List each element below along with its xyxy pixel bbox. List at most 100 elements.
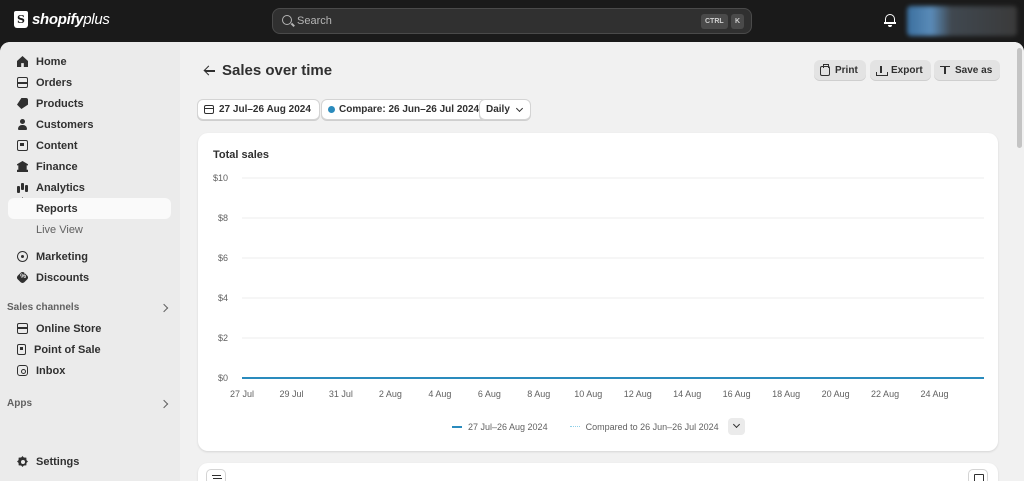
y-tick-label: $4 (218, 293, 228, 303)
section-label: Apps (7, 398, 32, 409)
sidebar-item-label: Settings (36, 455, 80, 468)
page-title: Sales over time (222, 62, 333, 79)
shopify-bag-icon (14, 11, 28, 28)
pos-icon (17, 344, 26, 355)
compare-label: Compare: 26 Jun–26 Jul 2024 (339, 104, 480, 115)
sidebar-item-label: Home (36, 55, 67, 68)
sidebar-item-settings[interactable]: Settings (8, 451, 171, 472)
y-tick-label: $0 (218, 373, 228, 383)
save-icon (940, 65, 950, 76)
sidebar-item-label: Finance (36, 160, 78, 173)
sidebar: Home Orders Products Customers Content F… (0, 42, 180, 481)
main-content: Sales over time Print Export Save as 27 … (180, 42, 1024, 481)
compare-dot-icon (328, 106, 335, 113)
sidebar-item-analytics[interactable]: Analytics (8, 177, 171, 198)
inbox-tray-icon (17, 77, 28, 88)
x-tick-label: 2 Aug (379, 389, 402, 399)
search-placeholder: Search (297, 15, 332, 27)
legend-swatch-compare (569, 426, 580, 427)
sidebar-item-label: Discounts (36, 271, 90, 284)
legend-label-current[interactable]: 27 Jul–26 Aug 2024 (468, 422, 548, 432)
person-icon (17, 119, 28, 130)
compare-picker[interactable]: Compare: 26 Jun–26 Jul 2024 (321, 99, 489, 120)
x-tick-label: 6 Aug (478, 389, 501, 399)
sidebar-item-content[interactable]: Content (8, 135, 171, 156)
chart-title: Total sales (213, 149, 270, 161)
x-tick-label: 14 Aug (673, 389, 701, 399)
granularity-label: Daily (486, 104, 510, 115)
store-icon (17, 323, 28, 334)
sidebar-item-label: Online Store (36, 322, 102, 335)
sales-channels-header[interactable]: Sales channels (7, 302, 169, 313)
home-icon (17, 56, 28, 67)
scrollbar[interactable] (1017, 48, 1022, 148)
shopify-plus-logo[interactable]: shopifyplus (14, 11, 110, 28)
columns-icon[interactable] (968, 469, 988, 481)
chevron-right-icon (159, 303, 169, 313)
printer-icon (820, 63, 830, 76)
sidebar-item-finance[interactable]: Finance (8, 156, 171, 177)
content-icon (17, 140, 28, 151)
y-tick-label: $10 (213, 173, 228, 183)
export-button[interactable]: Export (870, 60, 931, 81)
sidebar-item-orders[interactable]: Orders (8, 72, 171, 93)
section-label: Sales channels (7, 302, 80, 313)
sidebar-item-label: Products (36, 97, 84, 110)
filter-icon[interactable] (206, 469, 226, 481)
notifications-bell-icon[interactable] (884, 14, 896, 27)
print-button[interactable]: Print (814, 60, 866, 81)
chat-icon (17, 365, 28, 376)
search-input[interactable]: Search CTRL K (272, 8, 752, 34)
x-tick-label: 20 Aug (822, 389, 850, 399)
upload-icon (876, 65, 888, 76)
sidebar-item-label: Content (36, 139, 78, 152)
sidebar-item-point-of-sale[interactable]: Point of Sale (8, 339, 171, 360)
sales-line-chart[interactable]: $0 $2 $4 $6 $8 $10 27 Jul 29 Jul 31 Jul 2 Aug 4 Au… (198, 169, 998, 409)
shortcut-k-key: K (731, 14, 745, 29)
sidebar-item-marketing[interactable]: Marketing (8, 246, 171, 267)
sidebar-item-inbox[interactable]: Inbox (8, 360, 171, 381)
date-range-picker[interactable]: 27 Jul–26 Aug 2024 (197, 99, 320, 120)
legend-label-compare[interactable]: Compared to 26 Jun–26 Jul 2024 (586, 422, 719, 432)
x-tick-label: 16 Aug (723, 389, 751, 399)
account-avatar[interactable] (907, 6, 1017, 36)
x-tick-label: 18 Aug (772, 389, 800, 399)
save-as-label: Save as (955, 65, 993, 76)
discount-icon (15, 270, 30, 285)
x-tick-label: 24 Aug (921, 389, 949, 399)
tag-icon (17, 98, 28, 109)
top-bar: shopifyplus Search CTRL K (0, 0, 1024, 42)
sidebar-item-label: Orders (36, 76, 73, 89)
chevron-down-icon (515, 104, 523, 112)
legend-swatch-current (452, 425, 462, 428)
granularity-select[interactable]: Daily (479, 99, 531, 120)
sidebar-item-online-store[interactable]: Online Store (8, 318, 171, 339)
sidebar-item-reports[interactable]: Reports (8, 198, 171, 219)
sidebar-item-live-view[interactable]: Live View (8, 219, 171, 240)
save-as-button[interactable]: Save as (934, 60, 1001, 81)
bank-icon (17, 161, 28, 172)
x-tick-label: 22 Aug (871, 389, 899, 399)
brand-name: shopify (32, 11, 84, 28)
sidebar-item-label: Marketing (36, 250, 88, 263)
legend-expand-button[interactable] (727, 418, 745, 435)
admin-shell: Home Orders Products Customers Content F… (0, 42, 1024, 481)
x-tick-label: 29 Jul (279, 389, 303, 399)
x-tick-label: 4 Aug (428, 389, 451, 399)
search-icon (282, 15, 292, 25)
sidebar-item-customers[interactable]: Customers (8, 114, 171, 135)
sidebar-item-products[interactable]: Products (8, 93, 171, 114)
shortcut-ctrl-key: CTRL (701, 14, 728, 29)
sidebar-item-home[interactable]: Home (8, 51, 171, 72)
back-arrow-icon[interactable] (204, 65, 216, 77)
date-range-label: 27 Jul–26 Aug 2024 (219, 104, 311, 115)
sidebar-item-label: Analytics (36, 181, 85, 194)
sidebar-item-label: Live View (36, 223, 83, 236)
brand-suffix: plus (83, 11, 110, 28)
chart-legend: 27 Jul–26 Aug 2024 Compared to 26 Jun–26… (452, 418, 745, 435)
calendar-icon (204, 105, 214, 114)
sidebar-item-discounts[interactable]: Discounts (8, 267, 171, 288)
y-tick-label: $6 (218, 253, 228, 263)
apps-header[interactable]: Apps (7, 398, 169, 409)
sidebar-item-label: Reports (36, 202, 78, 215)
